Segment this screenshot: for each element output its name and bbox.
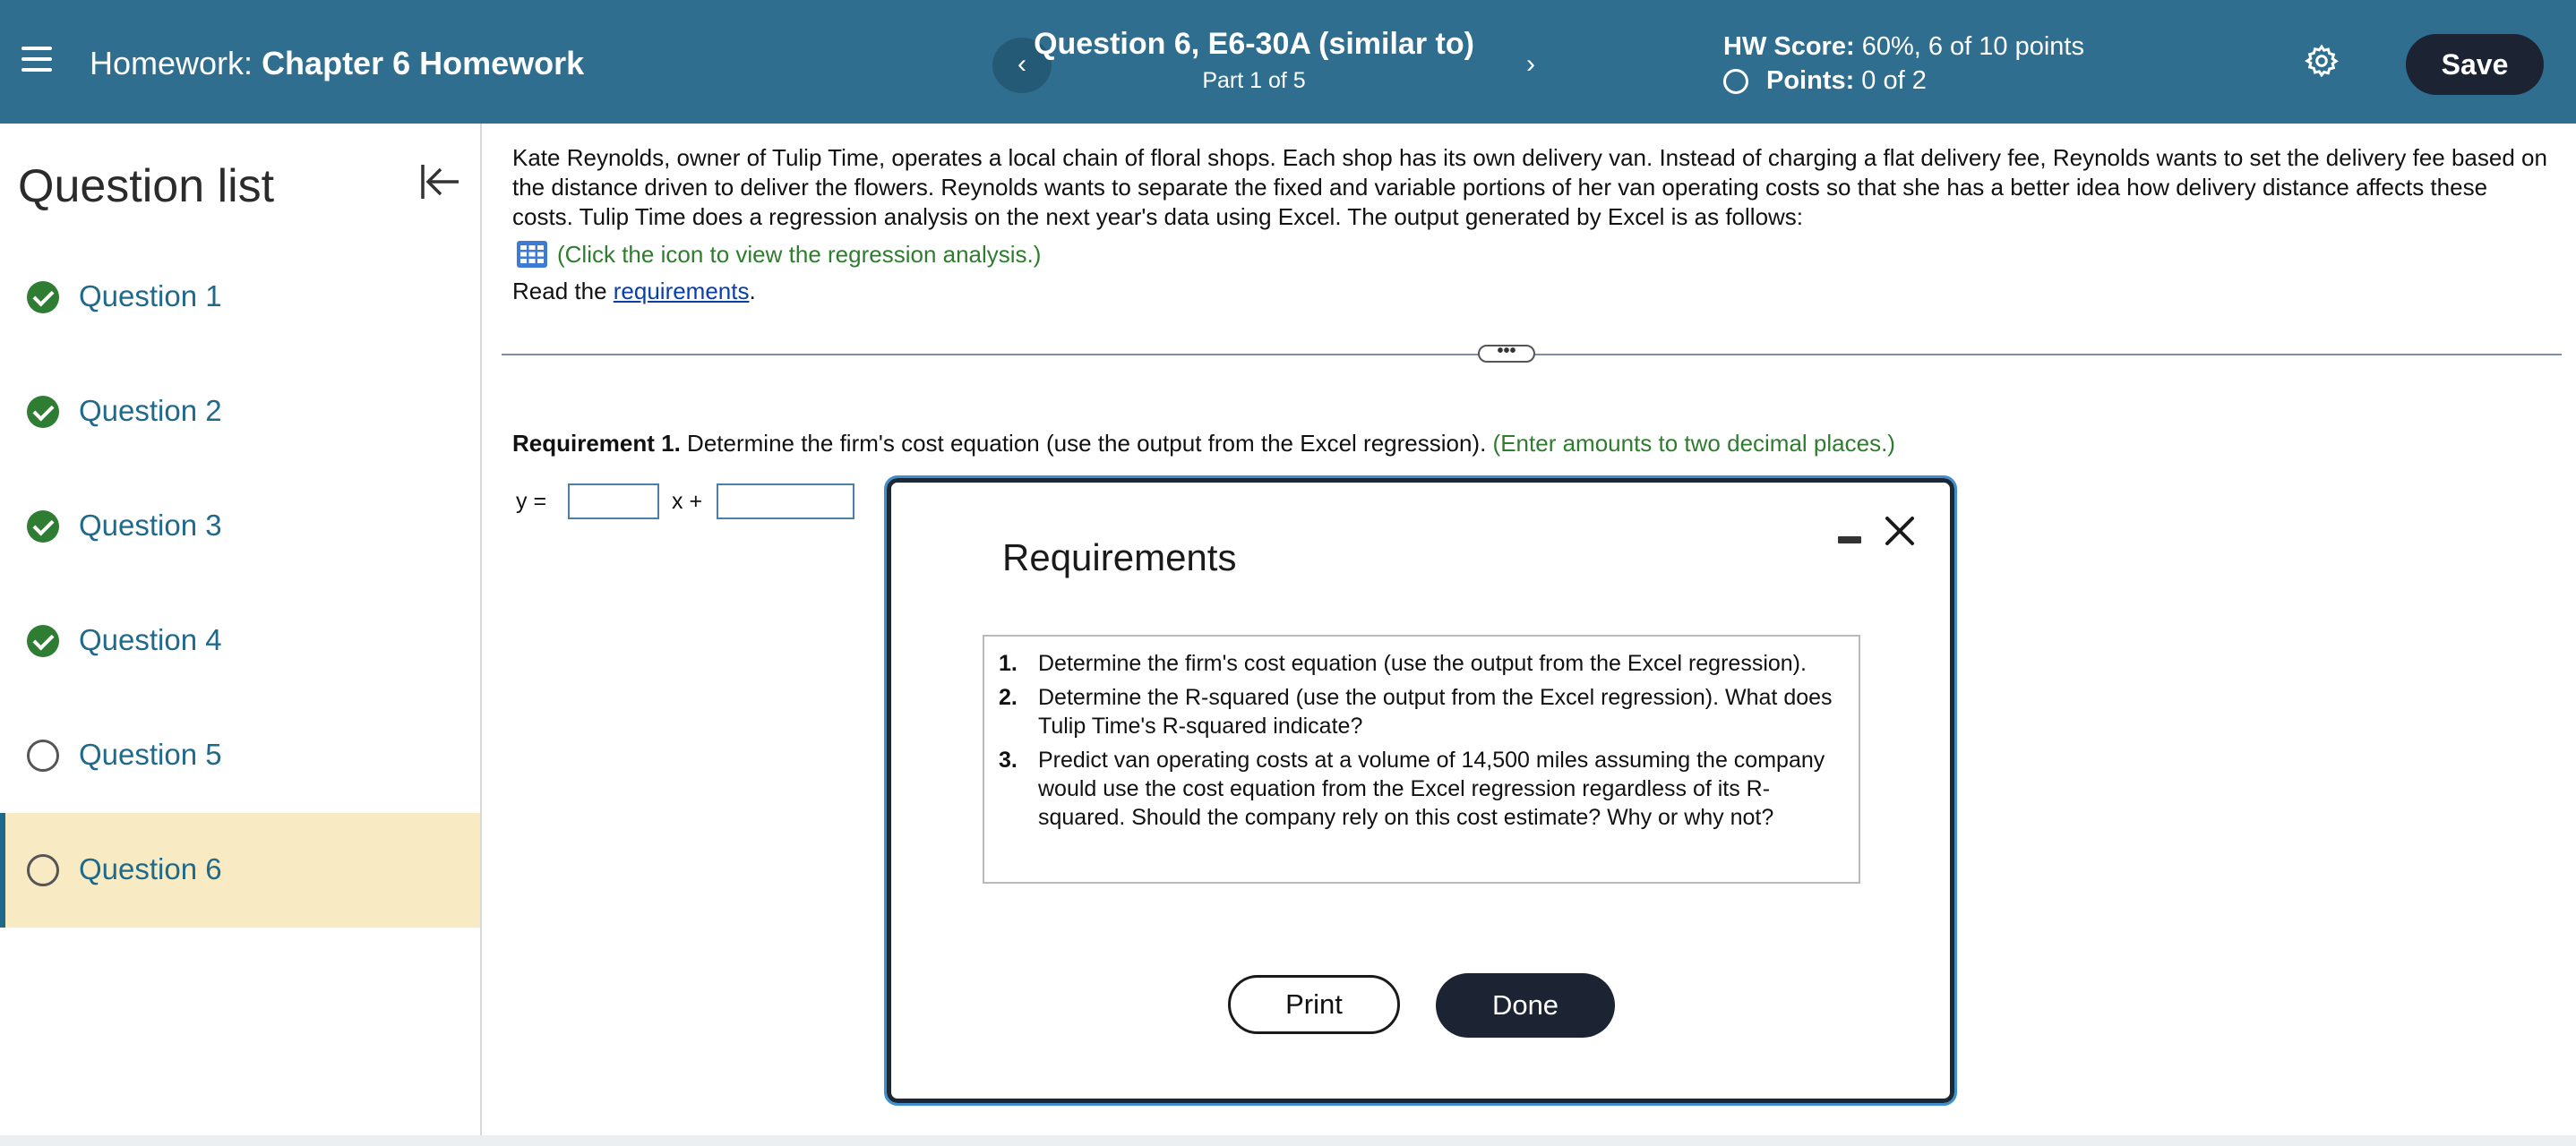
question-intro: Kate Reynolds, owner of Tulip Time, oper… <box>512 144 2547 230</box>
sidebar-item-question-1[interactable]: Question 1 <box>0 240 480 355</box>
sidebar-item-label: Question 6 <box>79 852 222 885</box>
list-item-number: 1. <box>999 651 1018 676</box>
requirement-1-hint: (Enter amounts to two decimal places.) <box>1492 430 1895 457</box>
list-item-text: Predict van operating costs at a volume … <box>1038 748 1825 830</box>
read-suffix: . <box>749 278 756 304</box>
bottom-strip <box>0 1135 2576 1146</box>
done-button[interactable]: Done <box>1436 973 1615 1038</box>
requirements-link[interactable]: requirements <box>614 278 750 304</box>
next-question-button[interactable]: › <box>1501 38 1560 93</box>
sidebar-item-question-2[interactable]: Question 2 <box>0 355 480 469</box>
sidebar-item-question-3[interactable]: Question 3 <box>0 469 480 584</box>
regression-link-text: (Click the icon to view the regression a… <box>557 240 1042 268</box>
regression-analysis-link[interactable]: (Click the icon to view the regression a… <box>516 240 1041 269</box>
question-title: Question 6, E6-30A (similar to) <box>1034 27 1474 61</box>
hw-score-value: 60%, 6 of 10 points <box>1861 32 2084 61</box>
requirement-1-text: Determine the firm's cost equation (use … <box>680 430 1493 457</box>
read-requirements: Read the requirements. <box>512 278 756 305</box>
sidebar-item-label: Question 3 <box>79 509 222 542</box>
sidebar-item-label: Question 5 <box>79 738 222 771</box>
sidebar-item-question-5[interactable]: Question 5 <box>0 698 480 813</box>
gear-icon[interactable] <box>2304 43 2340 79</box>
sidebar-item-label: Question 1 <box>79 279 222 312</box>
close-icon[interactable] <box>1882 513 1918 549</box>
minimize-icon[interactable] <box>1837 527 1862 552</box>
points-value: 0 of 2 <box>1861 66 1927 95</box>
question-part: Part 1 of 5 <box>1202 68 1306 93</box>
points-label: Points: <box>1766 66 1855 95</box>
equation-y-label: y = <box>516 488 547 514</box>
list-item-text: Determine the firm's cost equation (use … <box>1038 651 1807 676</box>
empty-circle-icon <box>27 854 59 886</box>
requirement-1: Requirement 1. Determine the firm's cost… <box>512 430 1895 458</box>
cost-equation: y = x + <box>516 483 855 519</box>
requirements-dialog: Requirements 1. Determine the firm's cos… <box>884 475 1957 1106</box>
list-item-number: 2. <box>999 685 1018 710</box>
variable-cost-input[interactable] <box>568 483 660 519</box>
list-item-number: 3. <box>999 748 1018 773</box>
question-list-title: Question list <box>18 160 275 212</box>
menu-icon[interactable] <box>21 47 52 75</box>
sidebar-item-question-4[interactable]: Question 4 <box>0 584 480 698</box>
sidebar-item-question-6[interactable]: Question 6 <box>0 813 480 928</box>
fixed-cost-input[interactable] <box>717 483 855 519</box>
list-item: 1. Determine the firm's cost equation (u… <box>999 649 1844 678</box>
dialog-title: Requirements <box>1002 536 1237 578</box>
empty-circle-icon <box>27 740 59 772</box>
check-icon <box>27 396 59 428</box>
divider-handle[interactable]: ••• <box>1478 342 1535 363</box>
list-item: 3. Predict van operating costs at a volu… <box>999 746 1844 832</box>
sidebar-item-label: Question 4 <box>79 623 222 656</box>
check-icon <box>27 281 59 313</box>
hw-score: HW Score: 60%, 6 of 10 points <box>1723 32 2084 62</box>
homework-title-prefix: Homework: <box>90 45 253 81</box>
requirements-list: 1. Determine the firm's cost equation (u… <box>983 635 1860 884</box>
grid-icon <box>517 241 547 268</box>
hw-score-label: HW Score: <box>1723 32 1855 61</box>
print-button[interactable]: Print <box>1228 975 1400 1034</box>
list-item: 2. Determine the R-squared (use the outp… <box>999 683 1844 740</box>
sidebar-item-label: Question 2 <box>79 394 222 427</box>
homework-title-name: Chapter 6 Homework <box>262 45 585 81</box>
read-prefix: Read the <box>512 278 614 304</box>
top-bar: Homework: Chapter 6 Homework ‹ Question … <box>0 0 2576 124</box>
homework-title: Homework: Chapter 6 Homework <box>90 45 584 82</box>
collapse-sidebar-icon[interactable] <box>417 159 462 204</box>
save-button[interactable]: Save <box>2406 34 2544 95</box>
check-icon <box>27 625 59 657</box>
points-circle-icon <box>1723 68 1748 94</box>
question-list-sidebar: Question list Question 1 Question 2 Ques… <box>0 124 482 1135</box>
points-status: Points: 0 of 2 <box>1723 66 1927 96</box>
chevron-right-icon: › <box>1526 49 1535 79</box>
check-icon <box>27 510 59 543</box>
equation-x-label: x + <box>672 488 703 514</box>
list-item-text: Determine the R-squared (use the output … <box>1038 685 1833 739</box>
requirement-1-label: Requirement 1. <box>512 430 681 457</box>
